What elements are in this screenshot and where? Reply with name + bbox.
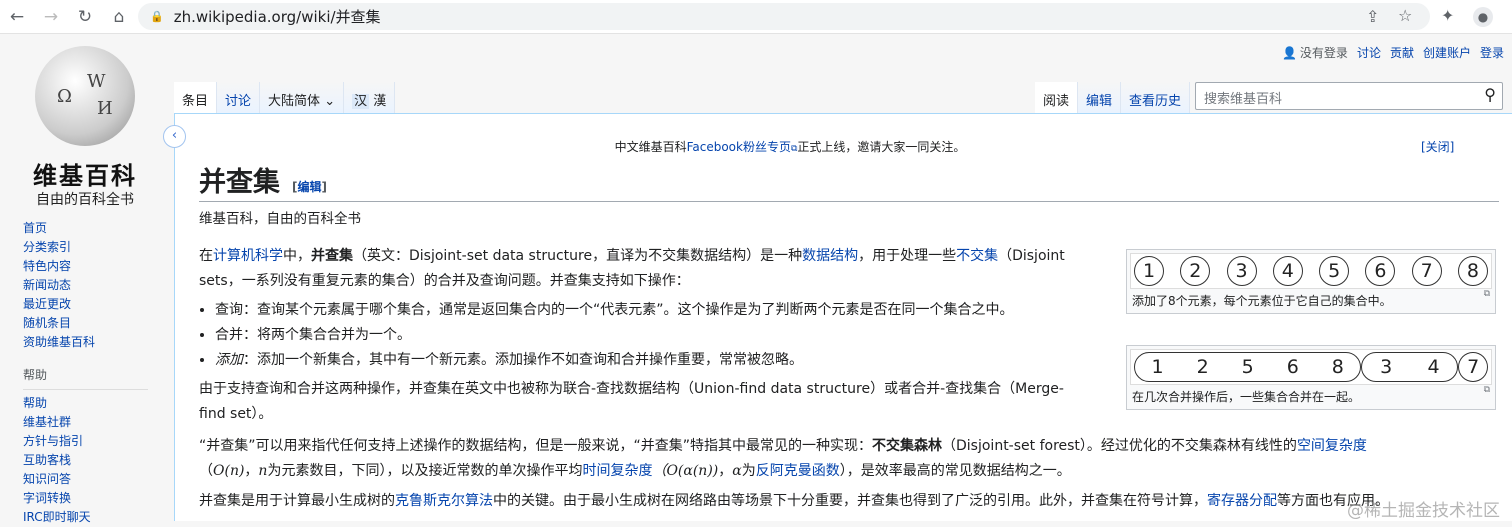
math-formula: O(n) [213,462,245,479]
sidebar-item[interactable]: 分类索引 [23,238,95,257]
facebook-link[interactable]: Facebook粉丝专页 [687,140,791,154]
tab-talk[interactable]: 讨论 [217,82,261,113]
user-icon: 👤 [1281,45,1297,60]
contributions-link[interactable]: 贡献 [1390,44,1414,61]
notice-text: 正式上线，邀请大家一同关注。 [797,140,966,154]
nav-portal: 首页 分类索引 特色内容 新闻动态 最近更改 随机条目 资助维基百科 [23,219,95,352]
sidebar-item[interactable]: 方针与指引 [23,432,148,451]
share-icon[interactable]: ⇪ [1366,7,1379,26]
edit-link[interactable]: 编辑 [297,180,321,194]
search-icon[interactable]: ⚲ [1484,85,1496,104]
login-link[interactable]: 登录 [1480,44,1504,61]
wikipedia-logo[interactable]: ΩWИ 维基百科 自由的百科全书 [20,46,150,209]
logo-wordmark: 维基百科 [33,161,137,190]
puzzle-globe-icon: ΩWИ [35,46,135,146]
link-inverse-ackermann[interactable]: 反阿克曼函数 [756,463,840,479]
paragraph: 由于支持查询和合并这两种操作，并查集在英文中也被称为联合-查找数据结构（Unio… [199,381,1064,422]
tab-edit[interactable]: 编辑 [1078,82,1122,113]
back-icon[interactable]: ← [0,7,34,27]
lock-icon: 🔒 [150,10,164,23]
sidebar-item[interactable]: 最近更改 [23,295,95,314]
tab-history[interactable]: 查看历史 [1121,82,1191,113]
sidebar-item[interactable]: 字词转换 [23,489,148,508]
sidebar-item[interactable]: 知识问答 [23,470,148,489]
search-placeholder: 搜索维基百科 [1204,92,1283,107]
watermark: @稀土掘金技术社区 [1347,501,1500,521]
extensions-icon[interactable]: ✦ [1441,6,1454,25]
list-item: 添加：添加一个新集合，其中有一个新元素。添加操作不如查询和合并操作重要，常常被忽… [215,348,1499,373]
sidebar-item[interactable]: 维基社群 [23,413,148,432]
operations-list: 查询：查询某个元素属于哪个集合，通常是返回集合内的一个“代表元素”。这个操作是为… [215,298,1499,373]
page-title: 并查集 [编辑] [199,160,1499,202]
collapse-sidebar-button[interactable]: ‹ [163,125,186,148]
sidebar-item[interactable]: 特色内容 [23,257,95,276]
create-account-link[interactable]: 创建账户 [1423,44,1471,61]
address-bar[interactable]: 🔒 zh.wikipedia.org/wiki/并查集 ⇪ ☆ [138,3,1430,30]
forward-icon[interactable]: → [34,7,68,27]
link-space-complexity[interactable]: 空间复杂度 [1297,438,1367,454]
paragraph: 并查集是用于计算最小生成树的克鲁斯克尔算法中的关键。由于最小生成树在网络路由等场… [199,493,1389,509]
link-disjoint-sets[interactable]: 不交集 [956,248,998,264]
logo-tagline: 自由的百科全书 [36,192,134,208]
han-toggle[interactable]: 汉 漢 [344,82,396,113]
paragraph: “并查集”可以用来指代任何支持上述操作的数据结构，但是一般来说，“并查集”特指其… [199,438,1367,479]
link-kruskal[interactable]: 克鲁斯克尔算法 [395,493,493,509]
url-text: zh.wikipedia.org/wiki/并查集 [173,8,381,26]
sidebar: ΩWИ 维基百科 自由的百科全书 首页 分类索引 特色内容 新闻动态 最近更改 … [0,34,174,524]
sidebar-item[interactable]: 随机条目 [23,314,95,333]
sidebar-item[interactable]: 帮助 [23,394,148,413]
article-content: 中文维基百科Facebook粉丝专页⧉正式上线，邀请大家一同关注。 [关闭] 并… [174,113,1512,521]
bookmark-star-icon[interactable]: ☆ [1398,6,1412,25]
home-icon[interactable]: ⌂ [102,7,136,27]
variant-dropdown[interactable]: 大陆简体 ⌄ [260,82,345,113]
han-traditional[interactable]: 漢 [373,94,386,109]
title-text: 并查集 [199,167,280,198]
list-item: 查询：查询某个元素属于哪个集合，通常是返回集合内的一个“代表元素”。这个操作是为… [215,298,1499,323]
sidebar-item[interactable]: 互助客栈 [23,451,148,470]
link-time-complexity[interactable]: 时间复杂度 [582,463,652,479]
tab-read[interactable]: 阅读 [1035,82,1079,113]
list-item: 合并：将两个集合合并为一个。 [215,323,1499,348]
sidebar-item[interactable]: 新闻动态 [23,276,95,295]
profile-avatar-icon[interactable]: ● [1473,7,1493,27]
reload-icon[interactable]: ↻ [68,7,102,27]
personal-tools: 👤 没有登录 讨论 贡献 创建账户 登录 [1282,44,1504,61]
help-portal: 帮助 帮助 维基社群 方针与指引 互助客栈 知识问答 字词转换 IRC即时聊天 [23,366,148,527]
talk-link[interactable]: 讨论 [1357,44,1381,61]
browser-toolbar: ← → ↻ ⌂ 🔒 zh.wikipedia.org/wiki/并查集 ⇪ ☆ … [0,0,1512,34]
variant-label: 大陆简体 [268,94,321,109]
search-input[interactable]: 搜索维基百科 ⚲ [1195,82,1503,110]
han-simplified[interactable]: 汉 [352,94,370,109]
not-logged-in: 没有登录 [1299,46,1348,60]
sidebar-item[interactable]: 首页 [23,219,95,238]
math-formula: （O(α(n)) [652,462,719,479]
title-edit: [编辑] [292,180,327,194]
site-subtitle: 维基百科，自由的百科全书 [199,211,361,227]
site-notice: 中文维基百科Facebook粉丝专页⧉正式上线，邀请大家一同关注。 [175,138,1405,155]
close-notice-link[interactable]: [关闭] [1421,138,1454,155]
link-data-structure[interactable]: 数据结构 [802,248,858,264]
tab-article[interactable]: 条目 [174,82,218,113]
notice-text: 中文维基百科 [614,140,687,154]
math-formula: α [732,462,742,479]
chevron-down-icon: ⌄ [324,94,336,109]
sidebar-item[interactable]: 资助维基百科 [23,333,95,352]
link-register-allocation[interactable]: 寄存器分配 [1207,493,1277,509]
link-computer-science[interactable]: 计算机科学 [213,248,283,264]
namespace-tabs: 条目 讨论 大陆简体 ⌄ 汉 漢 [174,82,396,113]
paragraph: 在计算机科学中，并查集（英文：Disjoint-set data structu… [199,248,1065,289]
view-tabs: 阅读 编辑 查看历史 [1035,82,1191,113]
sidebar-item[interactable]: IRC即时聊天 [23,508,148,527]
article-body: 在计算机科学中，并查集（英文：Disjoint-set data structu… [199,244,1499,518]
portal-heading: 帮助 [23,366,148,390]
